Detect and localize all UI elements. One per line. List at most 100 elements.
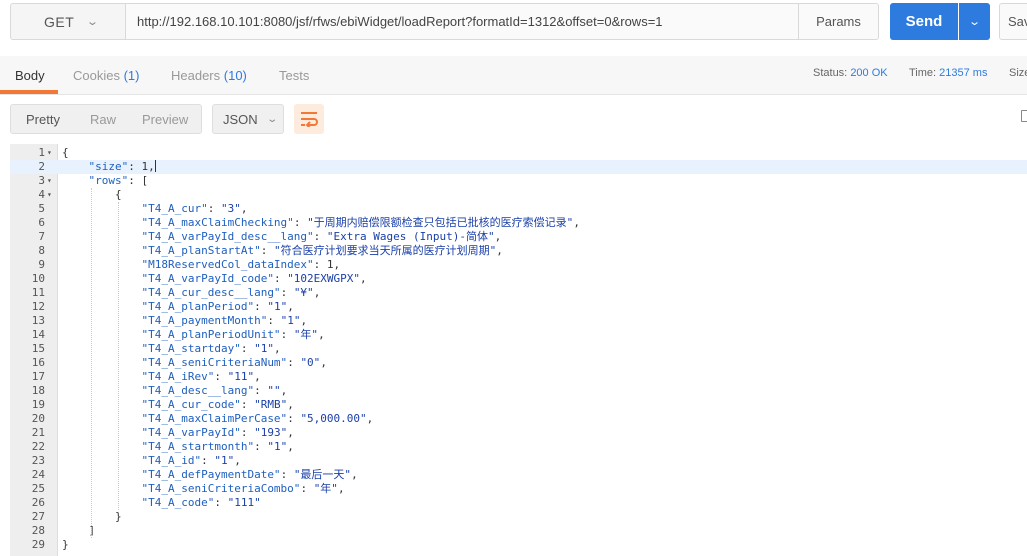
preview-button[interactable]: Preview (142, 112, 188, 127)
code-line: 26 "T4_A_code": "111" (10, 496, 1027, 510)
format-select[interactable]: JSON ⌄ (212, 104, 284, 134)
code-line: 21 "T4_A_varPayId": "193", (10, 426, 1027, 440)
code-text: "T4_A_planPeriod": "1", (141, 300, 294, 313)
send-button[interactable]: Send (890, 3, 958, 40)
chevron-down-icon: ⌄ (265, 113, 278, 125)
line-number: 11 (31, 286, 45, 299)
params-button[interactable]: Params (799, 3, 879, 40)
code-text: "T4_A_varPayId": "193", (141, 426, 294, 439)
code-line: 10 "T4_A_varPayId_code": "102EXWGPX", (10, 272, 1027, 286)
code-line: 3 ▾ "rows": [ (10, 174, 1027, 188)
code-text: "T4_A_startmonth": "1", (141, 440, 294, 453)
line-number: 2 (38, 160, 45, 173)
tab-body-label: Body (15, 68, 45, 83)
line-number: 21 (31, 426, 45, 439)
indent-guide (91, 188, 93, 538)
line-number: 9 (38, 258, 45, 271)
code-line: 24 "T4_A_defPaymentDate": "最后一天", (10, 468, 1027, 482)
line-number: 29 (31, 538, 45, 551)
format-label: JSON (223, 111, 258, 127)
time-value: 21357 ms (939, 67, 988, 79)
code-text: "T4_A_defPaymentDate": "最后一天", (141, 468, 358, 481)
chevron-down-icon: ⌄ (86, 16, 100, 28)
tab-headers-label: Headers (171, 68, 221, 83)
url-input[interactable]: http://192.168.10.101:8080/jsf/rfws/ebiW… (126, 3, 799, 40)
fold-toggle-icon[interactable]: ▾ (47, 174, 52, 188)
code-line: 2 "size": 1, (10, 160, 1027, 174)
code-line: 1 ▾ { (10, 146, 1027, 160)
line-number: 15 (31, 342, 45, 355)
code-line: 15 "T4_A_startday": "1", (10, 342, 1027, 356)
code-line: 19 "T4_A_cur_code": "RMB", (10, 398, 1027, 412)
code-line: 7 "T4_A_varPayId_desc__lang": "Extra Wag… (10, 230, 1027, 244)
line-number: 16 (31, 356, 45, 369)
line-number: 25 (31, 482, 45, 495)
line-number: 18 (31, 384, 45, 397)
code-line: 14 "T4_A_planPeriodUnit": "年", (10, 328, 1027, 342)
status-meta: Status: 200 OK (813, 67, 888, 79)
code-line: 29} (10, 538, 1027, 552)
code-text: "T4_A_planStartAt": "符合医疗计划要求当天所属的医疗计划周期… (141, 244, 503, 257)
tab-cookies[interactable]: Cookies (1) (73, 68, 139, 83)
line-number: 17 (31, 370, 45, 383)
line-number: 12 (31, 300, 45, 313)
tab-tests[interactable]: Tests (279, 68, 309, 83)
line-number: 8 (38, 244, 45, 257)
line-number: 23 (31, 454, 45, 467)
code-text: ] (62, 524, 96, 537)
fold-toggle-icon[interactable]: ▾ (47, 146, 52, 160)
code-line: 25 "T4_A_seniCriteriaCombo": "年", (10, 482, 1027, 496)
status-value: 200 OK (850, 67, 888, 79)
line-number: 13 (31, 314, 45, 327)
response-body-editor[interactable]: 1 ▾{2 "size": 1, 3 ▾ "rows": [4 ▾ {5 "T4_A_c… (10, 144, 1027, 556)
size-meta: Size (1009, 67, 1027, 79)
wrap-lines-icon (301, 112, 318, 127)
save-button[interactable]: Sav (999, 3, 1027, 40)
size-label: Size (1009, 67, 1027, 79)
code-line: 9 "M18ReservedCol_dataIndex": 1, (10, 258, 1027, 272)
code-text: "T4_A_planPeriodUnit": "年", (141, 328, 325, 341)
code-text: "T4_A_varPayId_code": "102EXWGPX", (141, 272, 367, 285)
code-line: 20 "T4_A_maxClaimPerCase": "5,000.00", (10, 412, 1027, 426)
tab-headers[interactable]: Headers (10) (171, 68, 247, 83)
line-number: 27 (31, 510, 45, 523)
raw-button[interactable]: Raw (90, 112, 116, 127)
pretty-button[interactable]: Pretty (26, 112, 60, 127)
code-line: 23 "T4_A_id": "1", (10, 454, 1027, 468)
request-bar: GET ⌄ http://192.168.10.101:8080/jsf/rfw… (0, 0, 1027, 48)
line-number: 5 (38, 202, 45, 215)
line-number: 7 (38, 230, 45, 243)
code-text: "T4_A_maxClaimPerCase": "5,000.00", (141, 412, 374, 425)
code-line: 22 "T4_A_startmonth": "1", (10, 440, 1027, 454)
line-number: 24 (31, 468, 45, 481)
line-number: 14 (31, 328, 45, 341)
code-text: "T4_A_cur_code": "RMB", (141, 398, 294, 411)
code-line: 4 ▾ { (10, 188, 1027, 202)
line-number: 20 (31, 412, 45, 425)
code-line: 17 "T4_A_iRev": "11", (10, 370, 1027, 384)
method-select[interactable]: GET ⌄ (10, 3, 126, 40)
code-text: "T4_A_cur": "3", (141, 202, 248, 215)
method-label: GET (44, 13, 75, 30)
code-text: "T4_A_varPayId_desc__lang": "Extra Wages… (141, 230, 502, 243)
wrap-lines-button[interactable] (294, 104, 324, 134)
code-text: "T4_A_seniCriteriaCombo": "年", (141, 482, 345, 495)
fold-toggle-icon[interactable]: ▾ (47, 188, 52, 202)
tab-tests-label: Tests (279, 68, 310, 83)
line-number: 19 (31, 398, 45, 411)
send-options-button[interactable]: ⌄ (959, 3, 990, 40)
code-line: 13 "T4_A_paymentMonth": "1", (10, 314, 1027, 328)
line-number: 4 (38, 188, 45, 201)
copy-icon[interactable] (1021, 110, 1027, 122)
code-line: 16 "T4_A_seniCriteriaNum": "0", (10, 356, 1027, 370)
line-number: 3 (38, 174, 45, 187)
code-text: "T4_A_cur_desc__lang": "¥", (141, 286, 321, 299)
code-text: "T4_A_maxClaimChecking": "于周期内赔偿限额检查只包括已… (141, 216, 580, 229)
tab-cookies-label: Cookies (73, 68, 120, 83)
tab-body[interactable]: Body (15, 68, 45, 83)
status-label: Status: (813, 67, 848, 79)
line-number: 10 (31, 272, 45, 285)
code-line: 5 "T4_A_cur": "3", (10, 202, 1027, 216)
line-number: 6 (38, 216, 45, 229)
cookies-count: (1) (123, 68, 140, 83)
